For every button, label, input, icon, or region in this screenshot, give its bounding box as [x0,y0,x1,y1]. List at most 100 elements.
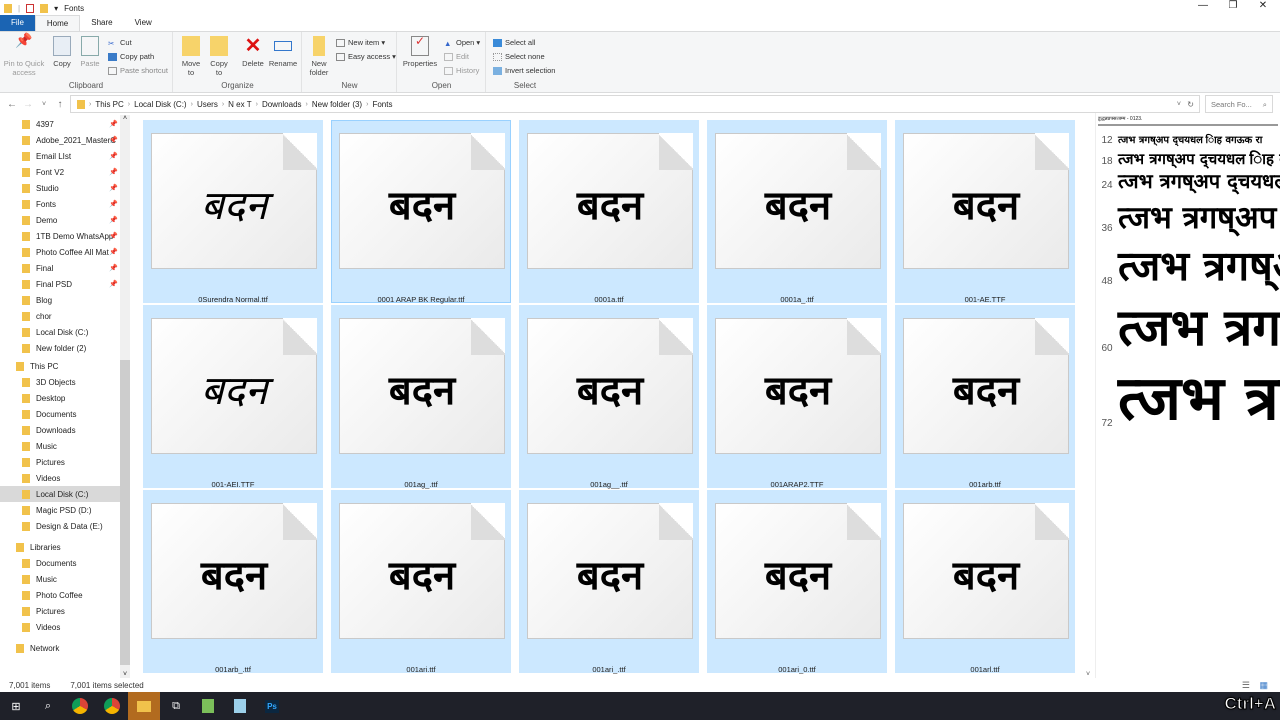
sidebar-item-this-pc[interactable]: This PC [0,358,120,374]
breadcrumb-item[interactable]: This PC [95,100,123,109]
sidebar-item[interactable]: New folder (2) [0,340,120,356]
file-item[interactable]: बदन 001arl.ttf [895,490,1075,674]
sidebar-item[interactable]: Downloads [0,422,120,438]
notepad-plus-icon[interactable] [192,692,224,720]
sidebar-item[interactable]: Pictures [0,454,120,470]
sidebar-item[interactable]: Font V2 📌 [0,164,120,180]
sidebar-item[interactable]: 3D Objects [0,374,120,390]
sidebar-item[interactable]: Email LIst 📌 [0,148,120,164]
copy-to-button[interactable]: Copy to [208,36,230,77]
delete-button[interactable]: ✕ Delete [240,36,266,68]
search-icon[interactable]: ⌕ [32,692,64,720]
file-item[interactable]: बदन 0001a_.ttf [707,120,887,304]
details-view-icon[interactable]: ☰ [1242,680,1250,691]
sidebar-item[interactable]: Music [0,438,120,454]
sidebar-item[interactable]: Adobe_2021_MasterC 📌 [0,132,120,148]
breadcrumb-item[interactable]: Downloads [262,100,302,109]
copy-path-button[interactable]: Copy path [108,52,154,61]
close-button[interactable]: ✕ [1248,0,1278,11]
forward-icon[interactable]: → [20,99,36,110]
address-dropdown-icon[interactable]: ˅ [1177,101,1181,108]
cut-button[interactable]: ✂ Cut [108,38,132,48]
sidebar-item[interactable]: Local Disk (C:) [0,486,120,502]
file-item[interactable]: बदन 001arb.ttf [895,305,1075,489]
sidebar-item[interactable]: Design & Data (E:) [0,518,120,534]
sidebar-item[interactable]: Photo Coffee All Mat 📌 [0,244,120,260]
file-item[interactable]: बदन 001ag_.ttf [331,305,511,489]
file-item[interactable]: बदन 001ari_0.ttf [707,490,887,674]
sidebar-item[interactable]: Blog [0,292,120,308]
file-item[interactable]: बदन 001-AE.TTF [895,120,1075,304]
pin-to-quick-access-button[interactable]: 📌 Pin to Quick access [3,33,45,77]
breadcrumb-item[interactable]: N ex T [228,100,251,109]
file-item[interactable]: बदन 001arb_.ttf [143,490,323,674]
select-none-button[interactable]: Select none [493,52,545,61]
edit-button[interactable]: Edit [444,52,469,61]
sidebar-item[interactable]: Demo 📌 [0,212,120,228]
properties-button[interactable]: ✓ Properties [402,35,438,68]
large-icons-view-icon[interactable]: ▦ [1259,680,1268,691]
chrome-icon[interactable] [64,692,96,720]
notepad-icon[interactable] [224,692,256,720]
start-icon[interactable]: ⊞ [0,692,32,720]
sidebar-item[interactable]: Photo Coffee [0,587,120,603]
easy-access-button[interactable]: Easy access ▾ [336,52,396,61]
sidebar-item[interactable]: Final 📌 [0,260,120,276]
sidebar-item[interactable]: chor [0,308,120,324]
history-button[interactable]: History [444,66,479,75]
paste-button[interactable]: Paste [78,36,102,68]
file-item[interactable]: बदन 001-AEI.TTF [143,305,323,489]
select-all-button[interactable]: Select all [493,38,535,47]
refresh-icon[interactable]: ↻ [1187,100,1194,109]
open-button[interactable]: ▲ Open ▾ [444,38,480,48]
invert-selection-button[interactable]: Invert selection [493,66,555,75]
rename-button[interactable]: Rename [268,36,298,68]
sidebar-item[interactable]: Documents [0,406,120,422]
file-item[interactable]: बदन 001ari_.ttf [519,490,699,674]
sidebar-item[interactable]: Videos [0,619,120,635]
up-icon[interactable]: ↑ [52,99,68,110]
address-bar[interactable]: › This PC › Local Disk (C:) › Users › N ex T… [70,95,1200,113]
sidebar-item[interactable]: Fonts 📌 [0,196,120,212]
sidebar-item[interactable]: Pictures [0,603,120,619]
paste-shortcut-button[interactable]: Paste shortcut [108,66,168,75]
properties-icon[interactable] [26,3,35,13]
photoshop-icon[interactable]: Ps [256,692,288,720]
sidebar-item[interactable]: Videos [0,470,120,486]
sidebar-item[interactable]: 4397 📌 [0,116,120,132]
breadcrumb-item[interactable]: Users [197,100,218,109]
maximize-button[interactable]: ❐ [1218,0,1248,11]
file-item[interactable]: बदन 0001a.ttf [519,120,699,304]
search-input[interactable]: Search Fo... ⌕ [1205,95,1273,113]
sidebar-item[interactable]: Local Disk (C:) [0,324,120,340]
sidebar-item-libraries[interactable]: Libraries [0,539,120,555]
task-view-icon[interactable]: ⧉ [160,692,192,720]
sidebar-item[interactable]: 1TB Demo WhatsApp 📌 [0,228,120,244]
minimize-button[interactable]: — [1188,0,1218,11]
tab-view[interactable]: View [124,15,163,31]
sidebar-item[interactable]: Documents [0,555,120,571]
sidebar-item-network[interactable]: Network [0,640,120,656]
back-icon[interactable]: ← [4,99,20,110]
new-folder-icon[interactable] [40,3,49,13]
file-item[interactable]: बदन 0Surendra Normal.ttf [143,120,323,304]
file-item[interactable]: बदन 001ARAP2.TTF [707,305,887,489]
new-item-button[interactable]: New item ▾ [336,38,385,47]
customize-quick-access-icon[interactable]: ▾ [54,4,58,13]
breadcrumb-item[interactable]: Fonts [372,100,392,109]
sidebar-item[interactable]: Studio 📌 [0,180,120,196]
sidebar-item[interactable]: Desktop [0,390,120,406]
file-item[interactable]: बदन 0001 ARAP BK Regular.ttf [331,120,511,304]
file-item[interactable]: बदन 001ag__.ttf [519,305,699,489]
tab-home[interactable]: Home [34,15,81,31]
content-scrollbar[interactable]: ˅ [1083,118,1093,678]
breadcrumb-item[interactable]: New folder (3) [312,100,362,109]
copy-button[interactable]: Copy [50,36,74,68]
file-item[interactable]: बदन 001ari.ttf [331,490,511,674]
tab-share[interactable]: Share [80,15,123,31]
tab-file[interactable]: File [0,15,35,31]
sidebar-item[interactable]: Magic PSD (D:) [0,502,120,518]
sidebar-item[interactable]: Final PSD 📌 [0,276,120,292]
breadcrumb-item[interactable]: Local Disk (C:) [134,100,186,109]
navigation-scrollbar[interactable]: ˄ ˅ [120,115,130,678]
